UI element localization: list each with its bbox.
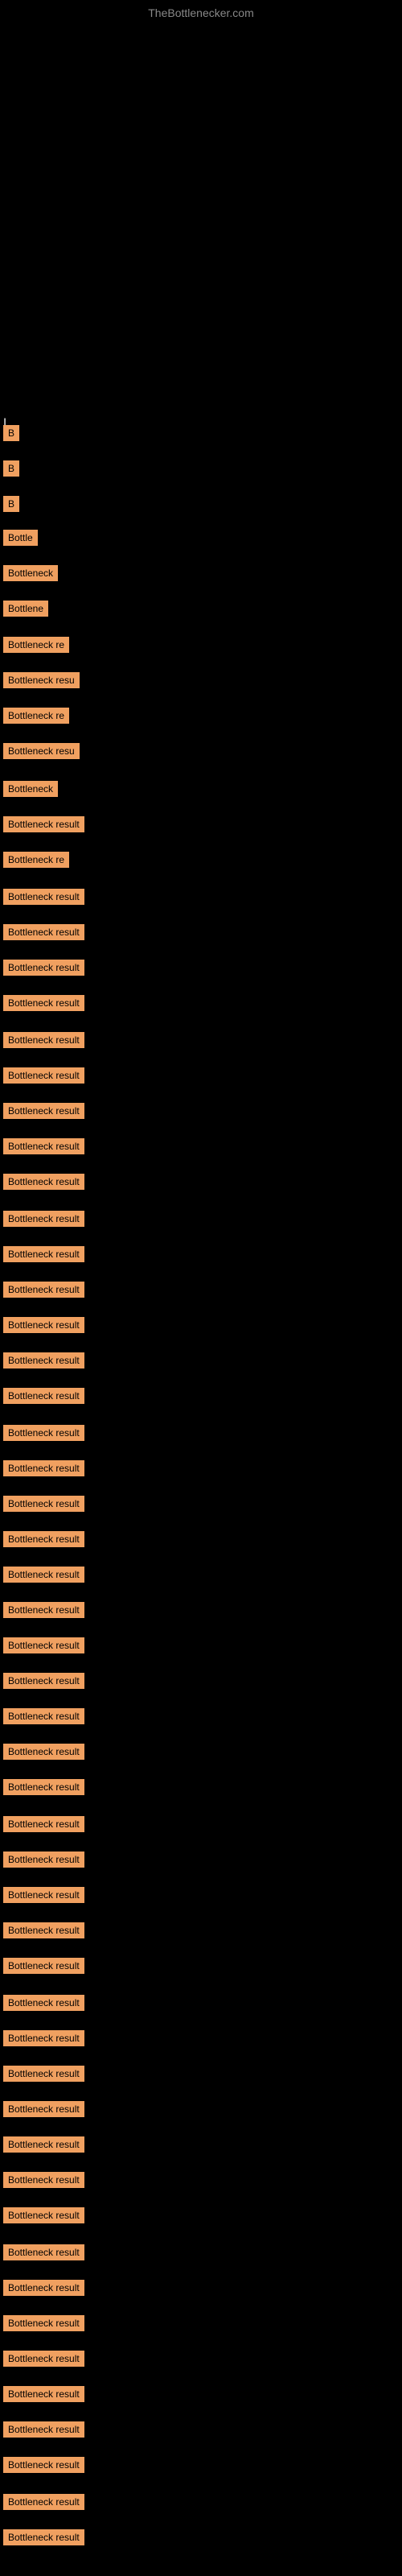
site-title: TheBottlenecker.com <box>0 0 402 23</box>
bottleneck-item[interactable]: Bottleneck result <box>3 995 84 1011</box>
bottleneck-item[interactable]: Bottleneck result <box>3 1282 84 1298</box>
bottleneck-item[interactable]: Bottleneck result <box>3 1531 84 1547</box>
bottleneck-item[interactable]: Bottleneck result <box>3 960 84 976</box>
bottleneck-item[interactable]: Bottleneck result <box>3 816 84 832</box>
bottleneck-item[interactable]: Bottleneck result <box>3 1246 84 1262</box>
bottleneck-item[interactable]: Bottleneck result <box>3 1067 84 1084</box>
bottleneck-item[interactable]: Bottleneck result <box>3 2386 84 2402</box>
bottleneck-item[interactable]: Bottleneck result <box>3 1032 84 1048</box>
bottleneck-item[interactable]: B <box>3 460 19 477</box>
bottleneck-item[interactable]: Bottleneck result <box>3 1317 84 1333</box>
bottleneck-item[interactable]: Bottleneck result <box>3 1887 84 1903</box>
bottleneck-item[interactable]: Bottleneck result <box>3 1138 84 1154</box>
bottleneck-item[interactable]: Bottleneck result <box>3 1637 84 1653</box>
bottleneck-item[interactable]: Bottleneck result <box>3 2101 84 2117</box>
site-header: TheBottlenecker.com <box>0 0 402 23</box>
bottleneck-item[interactable]: Bottleneck result <box>3 2030 84 2046</box>
bottleneck-item[interactable]: Bottleneck result <box>3 1816 84 1832</box>
bottleneck-item[interactable]: Bottleneck result <box>3 2351 84 2367</box>
bottleneck-item[interactable]: Bottleneck result <box>3 1567 84 1583</box>
bottleneck-item[interactable]: B <box>3 496 19 512</box>
bottleneck-item[interactable]: B <box>3 425 19 441</box>
bottleneck-item[interactable]: Bottleneck result <box>3 2457 84 2473</box>
bottleneck-item[interactable]: Bottleneck result <box>3 2207 84 2223</box>
bottleneck-item[interactable]: Bottleneck <box>3 565 58 581</box>
bottleneck-item[interactable]: Bottleneck result <box>3 2529 84 2545</box>
bottleneck-item[interactable]: Bottleneck re <box>3 637 69 653</box>
bottleneck-item[interactable]: Bottleneck result <box>3 2421 84 2438</box>
bottleneck-item[interactable]: Bottlene <box>3 601 48 617</box>
bottleneck-item[interactable]: Bottleneck re <box>3 852 69 868</box>
bottleneck-item[interactable]: Bottleneck <box>3 781 58 797</box>
bottleneck-item[interactable]: Bottleneck re <box>3 708 69 724</box>
bottleneck-item[interactable]: Bottleneck result <box>3 2136 84 2153</box>
bottleneck-item[interactable]: Bottleneck result <box>3 1995 84 2011</box>
bottleneck-item[interactable]: Bottleneck resu <box>3 743 80 759</box>
bottleneck-item[interactable]: Bottleneck result <box>3 889 84 905</box>
bottleneck-item[interactable]: Bottleneck result <box>3 1852 84 1868</box>
bottleneck-item[interactable]: Bottleneck result <box>3 2172 84 2188</box>
bottleneck-item[interactable]: Bottleneck result <box>3 2066 84 2082</box>
bottleneck-item[interactable]: Bottleneck result <box>3 1602 84 1618</box>
bottleneck-item[interactable]: Bottleneck result <box>3 2315 84 2331</box>
bottleneck-item[interactable]: Bottleneck result <box>3 1174 84 1190</box>
bottleneck-item[interactable]: Bottleneck result <box>3 1425 84 1441</box>
bottleneck-item[interactable]: Bottleneck result <box>3 2280 84 2296</box>
bottleneck-item[interactable]: Bottleneck result <box>3 1460 84 1476</box>
bottleneck-item[interactable]: Bottleneck result <box>3 1103 84 1119</box>
bottleneck-item[interactable]: Bottleneck result <box>3 1779 84 1795</box>
bottleneck-item[interactable]: Bottleneck result <box>3 2244 84 2260</box>
bottleneck-item[interactable]: Bottleneck result <box>3 1673 84 1689</box>
bottleneck-item[interactable]: Bottleneck result <box>3 1388 84 1404</box>
bottleneck-item[interactable]: Bottleneck result <box>3 1211 84 1227</box>
bottleneck-item[interactable]: Bottleneck result <box>3 1496 84 1512</box>
bottleneck-item[interactable]: Bottleneck result <box>3 1958 84 1974</box>
bottleneck-item[interactable]: Bottle <box>3 530 38 546</box>
bottleneck-item[interactable]: Bottleneck result <box>3 1922 84 1938</box>
bottleneck-item[interactable]: Bottleneck result <box>3 1352 84 1368</box>
bottleneck-item[interactable]: Bottleneck resu <box>3 672 80 688</box>
bottleneck-item[interactable]: Bottleneck result <box>3 1744 84 1760</box>
bottleneck-item[interactable]: Bottleneck result <box>3 924 84 940</box>
bottleneck-item[interactable]: Bottleneck result <box>3 1708 84 1724</box>
bottleneck-item[interactable]: Bottleneck result <box>3 2494 84 2510</box>
